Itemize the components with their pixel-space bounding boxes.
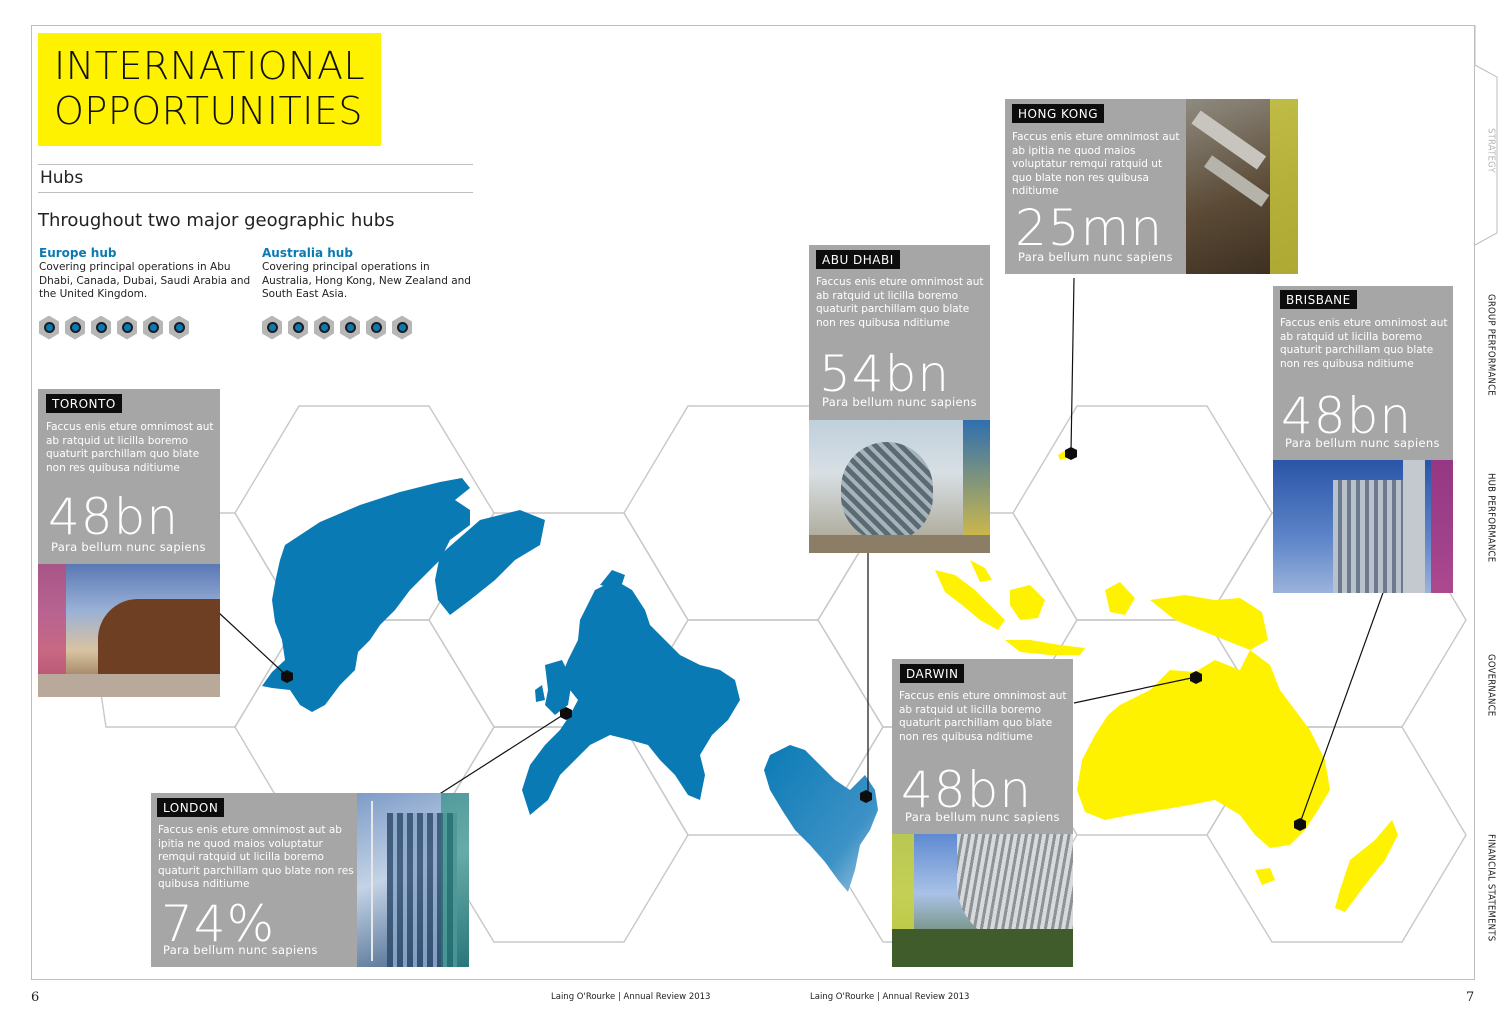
card-caption: Para bellum nunc sapiens xyxy=(905,810,1060,824)
city-tag: BRISBANE xyxy=(1280,290,1357,309)
abu-dhabi-photo xyxy=(809,420,990,553)
card-caption: Para bellum nunc sapiens xyxy=(822,395,977,409)
toronto-photo xyxy=(38,564,220,697)
card-description: Faccus enis eture omnimost aut ab ratqui… xyxy=(899,690,1067,743)
card-description: Faccus enis eture omnimost aut ab ipitia… xyxy=(158,824,354,890)
card-description: Faccus enis eture omnimost aut ab ipitia… xyxy=(1012,131,1180,197)
card-figure: 48bn xyxy=(901,761,1033,819)
city-tag: DARWIN xyxy=(900,664,965,683)
page-number-left: 6 xyxy=(31,990,40,1005)
abu-dhabi-card: ABU DHABI Faccus enis eture omnimost aut… xyxy=(809,245,990,553)
hong-kong-photo xyxy=(1186,99,1298,274)
card-figure: 74% xyxy=(161,895,276,953)
europe-shape xyxy=(522,570,740,815)
toronto-card: TORONTO Faccus enis eture omnimost aut a… xyxy=(38,389,220,697)
city-tag: TORONTO xyxy=(46,394,122,413)
darwin-card: DARWIN Faccus enis eture omnimost aut ab… xyxy=(892,659,1073,967)
card-figure: 48bn xyxy=(1281,387,1413,445)
card-caption: Para bellum nunc sapiens xyxy=(51,540,206,554)
brisbane-photo xyxy=(1273,460,1453,593)
city-tag: LONDON xyxy=(157,798,225,817)
card-figure: 54bn xyxy=(819,345,951,403)
footer-text-right: Laing O'Rourke | Annual Review 2013 xyxy=(810,992,970,1002)
page-number-right: 7 xyxy=(1466,990,1475,1005)
card-caption: Para bellum nunc sapiens xyxy=(163,943,318,957)
london-card: LONDON Faccus enis eture omnimost aut ab… xyxy=(151,793,469,967)
brisbane-card: BRISBANE Faccus enis eture omnimost aut … xyxy=(1273,286,1453,593)
card-figure: 25mn xyxy=(1015,199,1164,257)
card-description: Faccus enis eture omnimost aut ab ratqui… xyxy=(46,421,214,474)
city-tag: HONG KONG xyxy=(1012,104,1104,123)
footer-text-left: Laing O'Rourke | Annual Review 2013 xyxy=(551,992,711,1002)
hong-kong-card: HONG KONG Faccus enis eture omnimost aut… xyxy=(1005,99,1298,274)
london-photo xyxy=(357,793,469,967)
card-figure: 48bn xyxy=(48,488,180,546)
arabia-shape xyxy=(764,745,878,892)
card-caption: Para bellum nunc sapiens xyxy=(1285,436,1440,450)
card-caption: Para bellum nunc sapiens xyxy=(1018,250,1173,264)
card-description: Faccus enis eture omnimost aut ab ratqui… xyxy=(1280,317,1448,370)
city-tag: ABU DHABI xyxy=(816,250,900,269)
darwin-photo xyxy=(892,834,1073,967)
card-description: Faccus enis eture omnimost aut ab ratqui… xyxy=(816,276,984,329)
